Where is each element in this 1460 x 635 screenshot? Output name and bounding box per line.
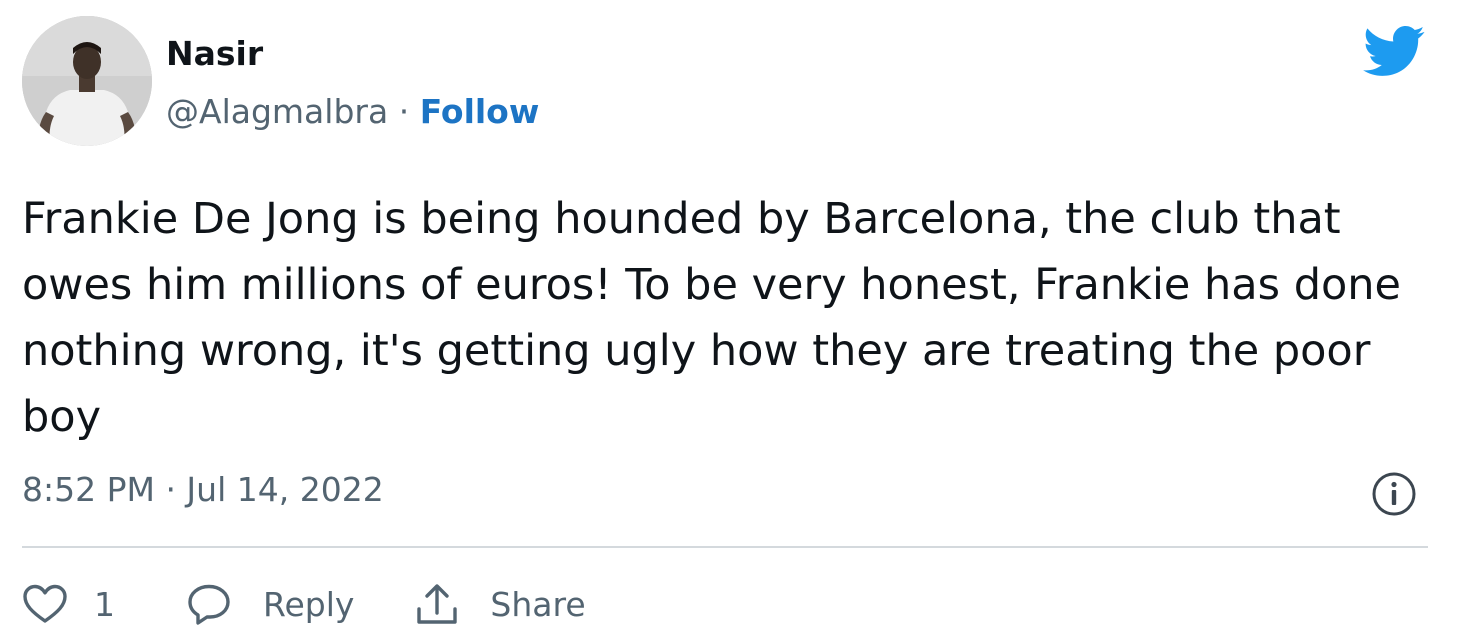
- avatar-photo: [22, 16, 152, 146]
- author-handle-line: @Alagmalbra · Follow: [166, 92, 539, 131]
- avatar[interactable]: [22, 16, 152, 146]
- reply-label: Reply: [263, 584, 355, 624]
- tweet-timestamp[interactable]: 8:52 PM · Jul 14, 2022: [22, 470, 384, 509]
- info-circle-icon[interactable]: [1370, 470, 1418, 518]
- share-label: Share: [490, 584, 586, 624]
- tweet-actions-bar: 1 Reply Share: [22, 574, 586, 634]
- divider: [22, 546, 1428, 548]
- like-count: 1: [94, 584, 115, 624]
- embedded-tweet-card: Nasir @Alagmalbra · Follow Frankie De Jo…: [0, 0, 1460, 635]
- heart-icon: [23, 584, 67, 623]
- handle-separator: ·: [398, 92, 410, 131]
- follow-link[interactable]: Follow: [420, 92, 540, 131]
- twitter-bird-icon[interactable]: [1360, 24, 1426, 78]
- share-button[interactable]: Share: [414, 581, 586, 627]
- author-display-name[interactable]: Nasir: [166, 34, 263, 73]
- author-handle[interactable]: @Alagmalbra: [166, 92, 388, 131]
- tweet-text: Frankie De Jong is being hounded by Barc…: [22, 194, 1402, 442]
- share-upload-icon: [417, 584, 458, 624]
- speech-bubble-icon: [188, 584, 230, 625]
- like-button[interactable]: 1: [22, 583, 115, 625]
- reply-button[interactable]: Reply: [187, 583, 354, 625]
